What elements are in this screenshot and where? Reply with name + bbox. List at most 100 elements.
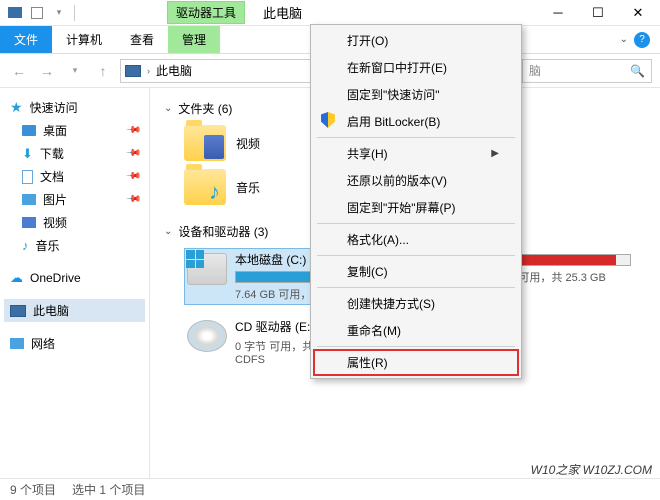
star-icon: ★: [10, 99, 23, 116]
sidebar-item-label: 网络: [31, 335, 55, 352]
help-icon[interactable]: ?: [634, 32, 650, 48]
status-bar: 9 个项目 选中 1 个项目: [0, 478, 660, 500]
context-menu-item[interactable]: 共享(H) ▶: [313, 140, 519, 167]
context-menu: 打开(O) 在新窗口中打开(E) 固定到"快速访问" 启用 BitLocker(B) 共…: [310, 24, 522, 379]
pin-icon: 📌: [124, 191, 141, 208]
search-input[interactable]: 脑 🔍: [522, 59, 652, 83]
up-button[interactable]: ↑: [92, 60, 114, 82]
folder-label: 音乐: [236, 179, 260, 196]
context-menu-label: 创建快捷方式(S): [347, 295, 435, 312]
context-menu-item[interactable]: 固定到"快速访问": [313, 81, 519, 108]
status-selected-count: 选中 1 个项目: [72, 481, 145, 498]
submenu-arrow-icon: ▶: [491, 148, 499, 159]
context-menu-label: 固定到"快速访问": [347, 86, 440, 103]
ribbon-right: ⌄ ?: [620, 26, 660, 53]
sidebar-videos[interactable]: 视频: [4, 211, 145, 234]
back-button[interactable]: ←: [8, 60, 30, 82]
window-controls: ─ ☐ ✕: [538, 0, 658, 26]
sidebar-item-label: 音乐: [36, 237, 60, 254]
context-menu-item[interactable]: 在新窗口中打开(E): [313, 54, 519, 81]
sidebar-pictures[interactable]: 图片 📌: [4, 188, 145, 211]
context-menu-separator: [317, 346, 515, 347]
sidebar-music[interactable]: ♪ 音乐: [4, 234, 145, 257]
context-menu-item[interactable]: 打开(O): [313, 27, 519, 54]
sidebar-item-label: 下载: [40, 145, 64, 162]
search-icon[interactable]: 🔍: [630, 64, 645, 78]
breadcrumb-chevron-icon[interactable]: ›: [147, 66, 150, 76]
context-menu-label: 重命名(M): [347, 322, 401, 339]
sidebar-network[interactable]: 网络: [4, 332, 145, 355]
window-title: 此电脑: [263, 3, 302, 22]
titlebar: ▾ 驱动器工具 此电脑 ─ ☐ ✕: [0, 0, 660, 26]
context-menu-item[interactable]: 启用 BitLocker(B): [313, 108, 519, 135]
context-menu-label: 打开(O): [347, 32, 388, 49]
sidebar-this-pc[interactable]: 此电脑: [4, 299, 145, 322]
sidebar-documents[interactable]: 文档 📌: [4, 165, 145, 188]
tab-view[interactable]: 查看: [116, 26, 168, 53]
pc-icon: [125, 65, 141, 77]
sidebar-desktop[interactable]: 桌面📌: [4, 119, 145, 142]
context-menu-item[interactable]: 创建快捷方式(S): [313, 290, 519, 317]
tab-file[interactable]: 文件: [0, 26, 52, 53]
pin-icon: 📌: [124, 145, 141, 162]
context-menu-item[interactable]: 还原以前的版本(V): [313, 167, 519, 194]
folder-icon: [184, 125, 226, 161]
context-menu-label: 属性(R): [347, 354, 388, 371]
context-menu-label: 固定到"开始"屏幕(P): [347, 199, 456, 216]
folder-icon: [184, 169, 226, 205]
close-button[interactable]: ✕: [618, 0, 658, 26]
image-icon: [22, 194, 36, 205]
sidebar-item-label: 快速访问: [30, 99, 78, 116]
sidebar-item-label: OneDrive: [30, 271, 81, 285]
breadcrumb-this-pc[interactable]: 此电脑: [156, 62, 192, 79]
drive-icon: [187, 253, 227, 285]
search-placeholder: 脑: [529, 62, 541, 79]
sidebar-quick-access[interactable]: ★ 快速访问: [4, 96, 145, 119]
context-menu-item[interactable]: 格式化(A)...: [313, 226, 519, 253]
tab-computer[interactable]: 计算机: [52, 26, 116, 53]
chevron-down-icon[interactable]: ⌄: [164, 103, 172, 114]
context-menu-separator: [317, 137, 515, 138]
quick-access-toolbar: ▾: [2, 4, 77, 22]
pin-icon: 📌: [124, 168, 141, 185]
chevron-down-icon[interactable]: ⌄: [620, 34, 628, 45]
download-icon: ⬇: [22, 146, 33, 162]
maximize-button[interactable]: ☐: [578, 0, 618, 26]
recent-dropdown-icon[interactable]: ▾: [64, 60, 86, 82]
context-menu-item[interactable]: 复制(C): [313, 258, 519, 285]
music-icon: ♪: [22, 238, 29, 253]
qat-item-icon[interactable]: [28, 4, 46, 22]
qat-dropdown-icon[interactable]: ▾: [50, 4, 68, 22]
section-label: 文件夹 (6): [178, 100, 232, 117]
sidebar: ★ 快速访问 桌面📌 ⬇ 下载 📌 文档 📌 图片 📌 视频 ♪ 音乐 ☁ OneDrive…: [0, 88, 150, 478]
sidebar-onedrive[interactable]: ☁ OneDrive: [4, 267, 145, 289]
cd-drive-icon: [187, 320, 227, 352]
context-menu-label: 启用 BitLocker(B): [347, 113, 440, 130]
folder-icon: [22, 125, 36, 136]
sidebar-item-label: 文档: [40, 168, 64, 185]
context-menu-item[interactable]: 重命名(M): [313, 317, 519, 344]
chevron-down-icon[interactable]: ⌄: [164, 226, 172, 237]
qat-separator: [74, 5, 75, 21]
tab-manage[interactable]: 管理: [168, 26, 220, 53]
video-icon: [22, 217, 36, 228]
drive-usage-fill: [236, 272, 311, 282]
sidebar-item-label: 图片: [43, 191, 67, 208]
sidebar-item-label: 视频: [43, 214, 67, 231]
minimize-button[interactable]: ─: [538, 0, 578, 26]
contextual-tab-drive-tools[interactable]: 驱动器工具: [167, 1, 245, 24]
context-menu-label: 复制(C): [347, 263, 388, 280]
context-menu-label: 还原以前的版本(V): [347, 172, 447, 189]
context-menu-label: 共享(H): [347, 145, 388, 162]
status-item-count: 9 个项目: [10, 481, 56, 498]
context-menu-item[interactable]: 固定到"开始"屏幕(P): [313, 194, 519, 221]
context-menu-item[interactable]: 属性(R): [313, 349, 519, 376]
forward-button[interactable]: →: [36, 60, 58, 82]
onedrive-icon: ☁: [10, 270, 23, 286]
sidebar-item-label: 桌面: [43, 122, 67, 139]
context-menu-label: 格式化(A)...: [347, 231, 409, 248]
document-icon: [22, 170, 33, 184]
context-menu-separator: [317, 255, 515, 256]
windows-badge-icon: [186, 250, 204, 268]
sidebar-downloads[interactable]: ⬇ 下载 📌: [4, 142, 145, 165]
